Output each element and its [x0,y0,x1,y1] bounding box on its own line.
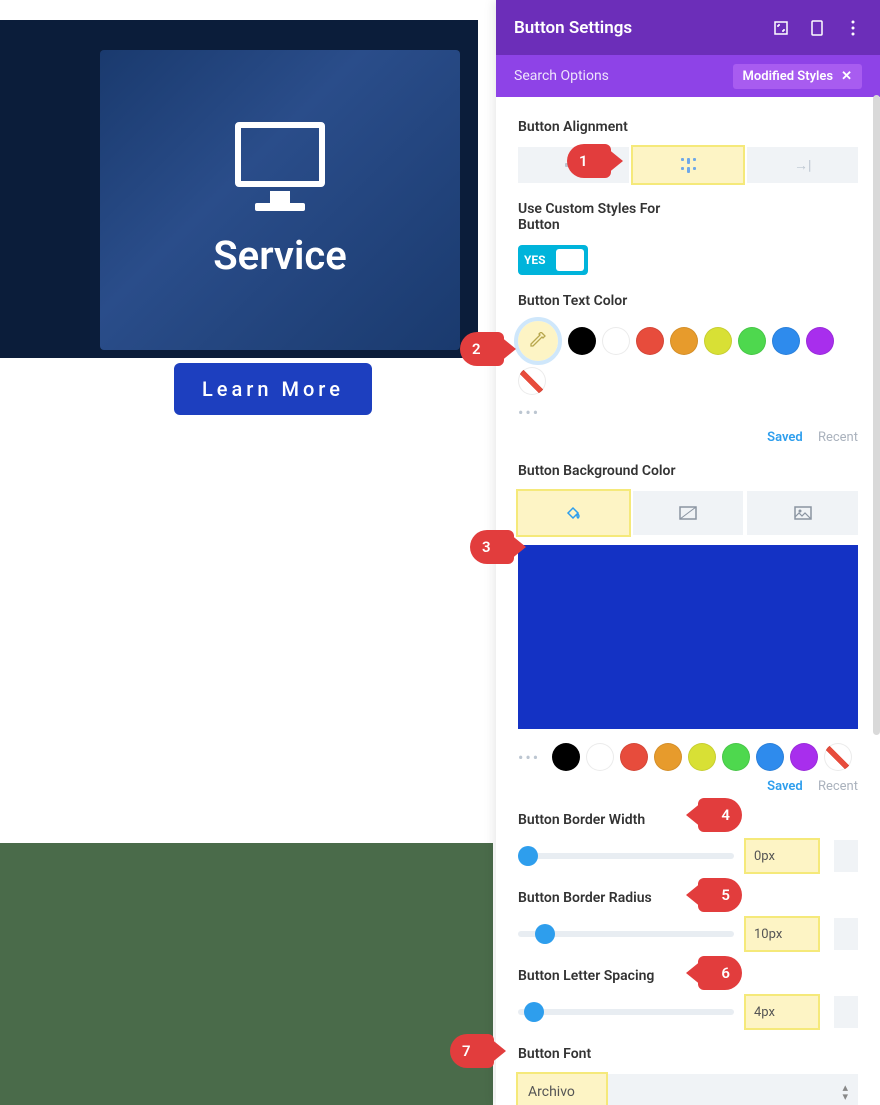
saved-tab[interactable]: Saved [767,779,803,794]
service-card: Service [100,50,460,350]
recent-tab[interactable]: Recent [818,779,858,794]
saved-recent-tabs-2: Saved Recent [518,779,858,794]
color-picker-button[interactable] [518,321,558,361]
unit-selector[interactable] [834,840,858,872]
swatch-white[interactable] [586,743,614,771]
border-radius-slider-row: 10px [518,918,858,950]
callout-7: 7 [450,1034,494,1068]
swatch-blue[interactable] [756,743,784,771]
callout-6: 6 [698,956,742,990]
saved-recent-tabs: Saved Recent [518,430,858,445]
align-center-button[interactable] [633,147,744,183]
toggle-yes-label: YES [524,253,546,267]
settings-panel: Button Settings Search Options Modified … [496,0,880,1105]
more-colors-icon[interactable]: ••• [518,748,540,767]
hero-section: Service [0,20,478,358]
border-width-slider[interactable] [518,853,734,859]
font-label: Button Font [518,1046,858,1062]
eyedropper-icon [529,332,547,350]
expand-icon[interactable] [772,19,790,37]
panel-body: Button Alignment →| Use Custom Styles Fo… [496,97,880,1105]
border-radius-slider[interactable] [518,931,734,937]
swatch-purple[interactable] [806,327,834,355]
panel-header: Button Settings [496,0,880,55]
border-width-value[interactable]: 0px [746,840,818,872]
swatch-green[interactable] [722,743,750,771]
slider-thumb[interactable] [518,846,538,866]
panel-title: Button Settings [514,18,754,38]
swatch-red[interactable] [636,327,664,355]
swatch-white[interactable] [602,327,630,355]
slider-thumb[interactable] [524,1002,544,1022]
alignment-label: Button Alignment [518,119,858,135]
search-options[interactable]: Search Options [514,68,733,84]
bg-color-preview[interactable] [518,545,858,729]
bg-color-tabs [518,491,858,535]
modified-styles-label: Modified Styles [743,69,834,84]
callout-2: 2 [460,332,504,366]
callout-4: 4 [698,798,742,832]
unit-selector[interactable] [834,918,858,950]
swatch-purple[interactable] [790,743,818,771]
modified-styles-tag[interactable]: Modified Styles ✕ [733,64,862,89]
paint-bucket-icon [564,504,582,522]
swatch-orange[interactable] [654,743,682,771]
swatch-black[interactable] [568,327,596,355]
swatch-red[interactable] [620,743,648,771]
more-colors-icon[interactable]: ••• [518,403,858,422]
toggle-knob [556,249,584,271]
service-title: Service [213,232,347,279]
custom-styles-label: Use Custom Styles For Button [518,201,688,233]
bg-swatch-row: ••• [518,743,858,771]
text-color-label: Button Text Color [518,293,858,309]
text-color-swatches [518,321,858,395]
learn-more-button[interactable]: Learn More [174,363,372,415]
more-icon[interactable] [844,19,862,37]
unit-selector[interactable] [834,996,858,1028]
gradient-icon [679,506,697,520]
letter-spacing-slider[interactable] [518,1009,734,1015]
close-icon[interactable]: ✕ [841,69,852,84]
panel-subheader: Search Options Modified Styles ✕ [496,55,880,97]
callout-1: 1 [567,144,611,178]
align-right-button[interactable]: →| [747,147,858,183]
custom-styles-toggle[interactable]: YES [518,245,588,275]
border-radius-value[interactable]: 10px [746,918,818,950]
page-preview: Service Learn More [0,0,493,1105]
swatch-green[interactable] [738,327,766,355]
swatch-black[interactable] [552,743,580,771]
callout-3: 3 [470,530,514,564]
swatch-yellow[interactable] [688,743,716,771]
swatch-yellow[interactable] [704,327,732,355]
recent-tab[interactable]: Recent [818,430,858,445]
scrollbar[interactable] [873,95,880,735]
bg-color-label: Button Background Color [518,463,858,479]
slider-thumb[interactable] [535,924,555,944]
image-icon [794,506,812,520]
font-dropdown-rest[interactable]: ▴▾ [606,1074,858,1105]
letter-spacing-slider-row: 4px [518,996,858,1028]
swatch-orange[interactable] [670,327,698,355]
font-dropdown[interactable]: Archivo [518,1074,606,1105]
lower-section [0,843,493,1105]
monitor-icon [235,122,325,187]
saved-tab[interactable]: Saved [767,430,803,445]
swatch-transparent[interactable] [824,743,852,771]
bg-tab-solid[interactable] [518,491,629,535]
font-row: Archivo ▴▾ [518,1074,858,1105]
callout-5: 5 [698,878,742,912]
bg-tab-gradient[interactable] [633,491,744,535]
swatch-blue[interactable] [772,327,800,355]
tablet-icon[interactable] [808,19,826,37]
bg-tab-image[interactable] [747,491,858,535]
font-selected: Archivo [528,1084,575,1100]
swatch-transparent[interactable] [518,367,546,395]
letter-spacing-value[interactable]: 4px [746,996,818,1028]
chevron-updown-icon: ▴▾ [842,1083,848,1101]
border-width-slider-row: 0px [518,840,858,872]
